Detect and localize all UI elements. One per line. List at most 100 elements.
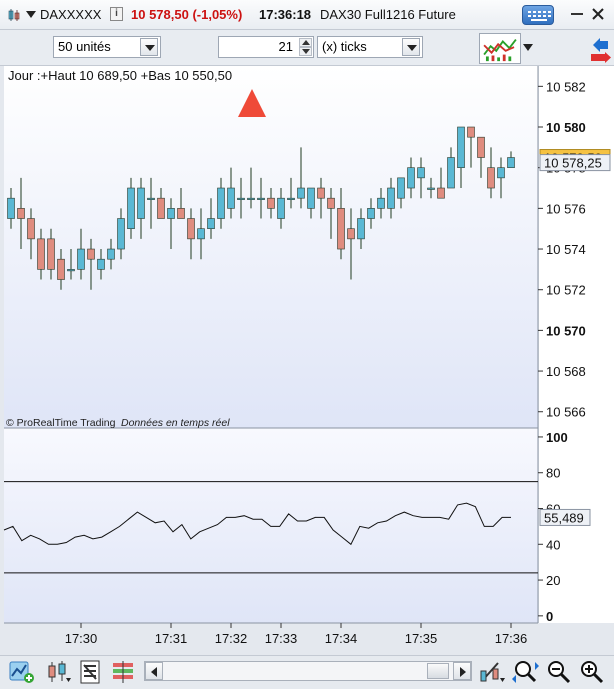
oscillator-panel[interactable]: [4, 428, 538, 623]
price-panel[interactable]: [4, 66, 538, 428]
scroll-left-icon[interactable]: [145, 662, 163, 680]
time-tick-label: 17:36: [495, 631, 528, 646]
units-select[interactable]: 50 unités: [53, 36, 161, 58]
price-tick-label: 10 566: [546, 405, 586, 420]
zoom-fit-icon[interactable]: [512, 659, 540, 685]
candle-body[interactable]: [27, 218, 35, 240]
candle-body[interactable]: [387, 187, 395, 209]
candle-body[interactable]: [107, 248, 115, 260]
candle-body[interactable]: [307, 187, 315, 209]
instrument-name[interactable]: DAXXXXX: [40, 7, 101, 22]
candle-body[interactable]: [467, 126, 475, 138]
chart-area[interactable]: 10 58210 58010 57810 57610 57410 57210 5…: [0, 66, 614, 656]
platform-window: DAXXXXX i 10 578,50 (-1,05%) 17:36:18 DA…: [0, 0, 614, 689]
ticks-unit-select[interactable]: (x) ticks: [317, 36, 423, 58]
candle-body[interactable]: [247, 197, 255, 200]
close-icon[interactable]: [591, 7, 605, 21]
candle-body[interactable]: [187, 218, 195, 240]
candle-body[interactable]: [497, 167, 505, 179]
candle-body[interactable]: [97, 258, 105, 270]
list-sheet-icon[interactable]: [78, 659, 106, 685]
price-tick-label: 10 574: [546, 242, 586, 257]
candle-body[interactable]: [437, 187, 445, 199]
price-tick-label: 10 580: [546, 120, 586, 135]
time-tick-label: 17:33: [265, 631, 298, 646]
candle-body[interactable]: [457, 126, 465, 168]
chart-type-dropdown-icon[interactable]: [523, 44, 533, 51]
candle-body[interactable]: [117, 218, 125, 250]
info-icon[interactable]: i: [110, 7, 123, 21]
candle-body[interactable]: [87, 248, 95, 260]
candle-body[interactable]: [257, 197, 265, 200]
time-tick-label: 17:32: [215, 631, 248, 646]
chevron-down-icon[interactable]: [140, 38, 158, 56]
ticks-count-value: 21: [278, 39, 293, 54]
candle-body[interactable]: [277, 197, 285, 219]
minimize-icon[interactable]: [571, 13, 583, 15]
candle-body[interactable]: [67, 269, 75, 272]
candle-body[interactable]: [177, 208, 185, 219]
instrument-dropdown-icon[interactable]: [26, 11, 36, 18]
time-scrollbar[interactable]: [144, 661, 472, 681]
candle-body[interactable]: [207, 218, 215, 229]
ticks-count-input[interactable]: 21: [218, 36, 314, 58]
bars-style-icon[interactable]: [110, 659, 138, 685]
candle-body[interactable]: [407, 167, 415, 189]
candle-body[interactable]: [137, 187, 145, 219]
chart-controls: 50 unités 21 (x) ticks: [0, 30, 614, 66]
candle-body[interactable]: [267, 197, 275, 209]
chart-type-icon[interactable]: [479, 33, 521, 64]
candle-body[interactable]: [337, 208, 345, 250]
data-source-label: © ProRealTime Trading: [6, 417, 116, 429]
candle-body[interactable]: [157, 197, 165, 219]
spinner-down-icon[interactable]: [299, 47, 312, 56]
candle-body[interactable]: [37, 238, 45, 270]
candle-body[interactable]: [417, 167, 425, 179]
candles-style-icon[interactable]: [44, 659, 72, 685]
candle-body[interactable]: [397, 177, 405, 199]
candle-body[interactable]: [127, 187, 135, 229]
candle-body[interactable]: [357, 218, 365, 240]
candle-body[interactable]: [7, 197, 15, 219]
candle-body[interactable]: [487, 167, 495, 189]
oscillator-tick-label: 0: [546, 609, 553, 624]
candle-body[interactable]: [287, 197, 295, 200]
keyboard-icon[interactable]: [522, 5, 554, 25]
candle-body[interactable]: [227, 187, 235, 209]
candle-body[interactable]: [237, 197, 245, 200]
candle-body[interactable]: [197, 228, 205, 240]
oscillator-tick-label: 40: [546, 537, 560, 552]
units-value: 50 unités: [58, 39, 111, 54]
candle-body[interactable]: [477, 136, 485, 158]
candle-body[interactable]: [77, 248, 85, 270]
candle-body[interactable]: [347, 228, 355, 240]
candle-body[interactable]: [57, 258, 65, 280]
candle-body[interactable]: [327, 197, 335, 209]
candles-icon[interactable]: [7, 8, 21, 22]
candle-body[interactable]: [447, 157, 455, 189]
candle-body[interactable]: [427, 187, 435, 190]
realtime-label: Données en temps réel: [121, 417, 230, 429]
zoom-in-icon[interactable]: [578, 659, 606, 685]
candle-body[interactable]: [317, 187, 325, 199]
candle-body[interactable]: [147, 197, 155, 200]
candle-body[interactable]: [507, 157, 515, 168]
indicator-add-icon[interactable]: [8, 659, 36, 685]
chevron-down-icon[interactable]: [402, 38, 420, 56]
candle-body[interactable]: [47, 238, 55, 270]
panel-toggle-icon[interactable]: [586, 30, 614, 66]
candle-body[interactable]: [377, 197, 385, 209]
candle-body[interactable]: [367, 208, 375, 219]
oscillator-value-label: 55,489: [544, 510, 584, 525]
candle-body[interactable]: [297, 187, 305, 199]
scroll-thumb[interactable]: [427, 663, 449, 679]
zoom-out-icon[interactable]: [545, 659, 573, 685]
time-tick-label: 17:30: [65, 631, 98, 646]
last-price: 10 578,50 (-1,05%): [131, 7, 243, 22]
candle-body[interactable]: [167, 208, 175, 219]
spinner-up-icon[interactable]: [299, 38, 312, 47]
candle-body[interactable]: [17, 208, 25, 219]
scroll-right-icon[interactable]: [453, 662, 471, 680]
drawing-tools-icon[interactable]: [478, 659, 506, 685]
candle-body[interactable]: [217, 187, 225, 219]
